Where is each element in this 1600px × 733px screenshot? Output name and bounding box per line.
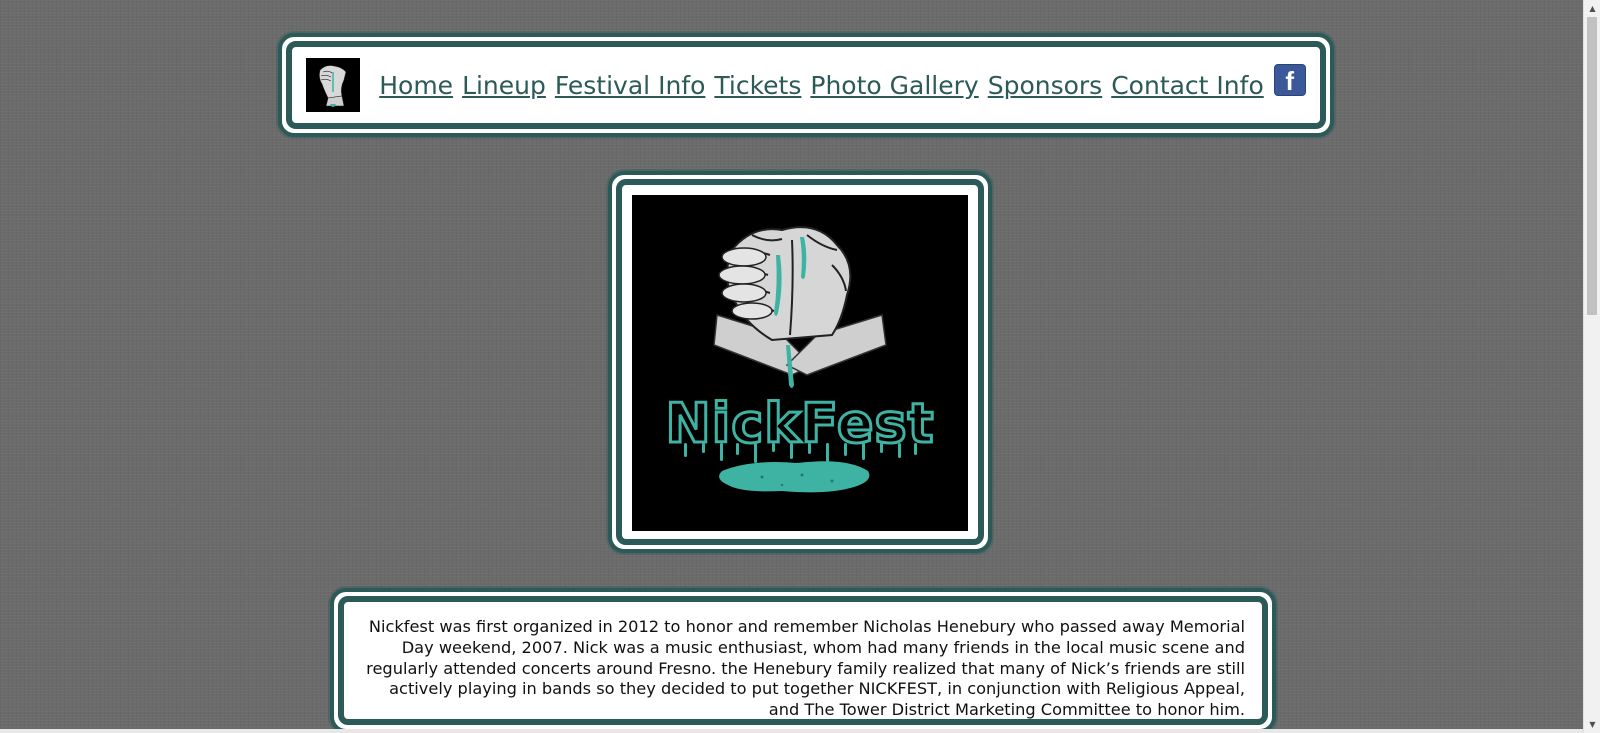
facebook-icon[interactable]: f [1273,64,1306,96]
intro-text-inner: Nickfest was first organized in 2012 to … [338,596,1268,725]
nav-link-festival-info[interactable]: Festival Info [555,71,706,100]
scroll-up-arrow-icon[interactable]: ▲ [1584,0,1600,17]
intro-paragraph: Nickfest was first organized in 2012 to … [366,617,1245,720]
nav-link-tickets[interactable]: Tickets [714,71,801,100]
nav-link-contact-info[interactable]: Contact Info [1111,71,1264,100]
hero-logo-wordmark: NickFest [666,392,935,455]
nickfest-hero-logo: NickFest [632,195,968,531]
nav-bar: Home Lineup Festival Info Tickets Photo … [278,33,1334,137]
facebook-glyph: f [1285,66,1295,96]
hero-logo-inner: NickFest [616,179,984,545]
scroll-down-arrow-icon[interactable]: ▼ [1584,716,1600,733]
scrollbar-thumb[interactable] [1587,17,1597,315]
nav-link-photo-gallery[interactable]: Photo Gallery [810,71,978,100]
nav-link-lineup[interactable]: Lineup [462,71,546,100]
vertical-scrollbar[interactable]: ▲ ▼ [1583,0,1600,733]
nav-link-sponsors[interactable]: Sponsors [988,71,1103,100]
nav-link-home[interactable]: Home [379,71,453,100]
handshake-drip-icon: NickFest [632,195,968,531]
nickfest-logo-icon[interactable] [306,58,361,112]
page-viewport: Home Lineup Festival Info Tickets Photo … [0,0,1583,733]
nav-bar-inner: Home Lineup Festival Info Tickets Photo … [286,41,1326,129]
hero-logo-frame: NickFest [608,171,992,553]
intro-text-frame: Nickfest was first organized in 2012 to … [330,588,1276,733]
page-bottom-edge [0,729,1583,733]
